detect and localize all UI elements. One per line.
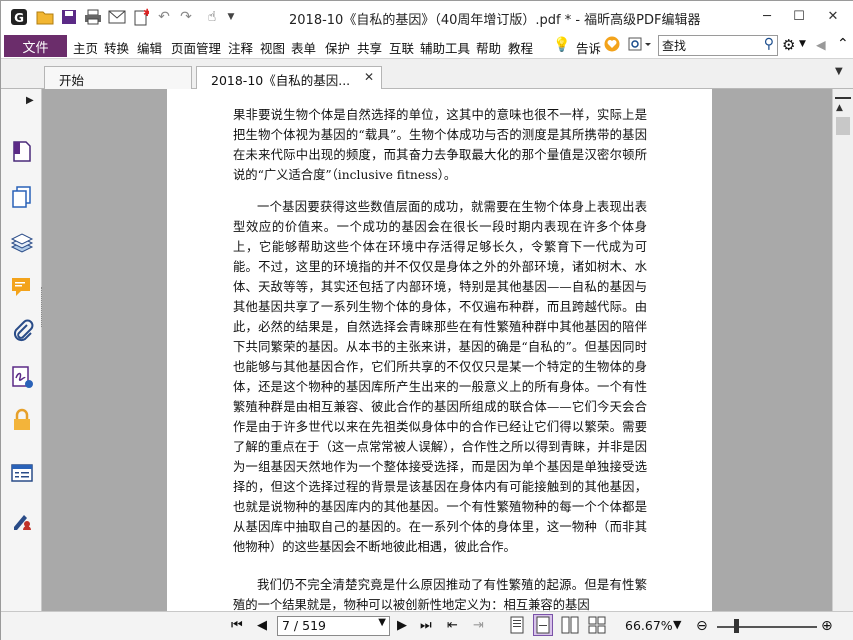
security-lock-icon[interactable] bbox=[10, 408, 34, 432]
menu-help[interactable]: 帮助 bbox=[476, 38, 501, 57]
tell-me-label[interactable]: 告诉 bbox=[576, 38, 601, 57]
pdf-page[interactable]: 果非要说生物个体是自然选择的单位，这其中的意味也很不一样，实际上是把生物个体视为… bbox=[167, 89, 712, 611]
file-menu-button[interactable]: 文件 bbox=[4, 35, 67, 57]
pdf-editor-window: G ✱ ↶ ↷ ☝ ▼ 2018-10《自私的基因》（40周年增订版）.pdf … bbox=[0, 0, 853, 640]
collapse-ribbon-icon[interactable]: ⌃ bbox=[837, 36, 849, 52]
scroll-up-arrow-icon[interactable]: ▲ bbox=[836, 103, 843, 113]
menu-edit[interactable]: 编辑 bbox=[137, 38, 162, 57]
zoom-in-icon[interactable]: ⊕ bbox=[821, 618, 833, 634]
document-viewport[interactable]: 果非要说生物个体是自然选择的单位，这其中的意味也很不一样，实际上是把生物个体视为… bbox=[42, 89, 832, 611]
maximize-button[interactable]: ☐ bbox=[787, 6, 811, 26]
search-icon[interactable]: ⚲ bbox=[764, 36, 774, 52]
previous-page-icon[interactable]: ◀ bbox=[257, 618, 267, 633]
tab-start[interactable]: 开始 bbox=[44, 66, 192, 89]
vertical-scrollbar[interactable]: ▲ bbox=[832, 89, 853, 611]
zoom-dropdown-icon[interactable]: ▼ bbox=[673, 618, 681, 631]
next-page-icon[interactable]: ▶ bbox=[397, 618, 407, 633]
heart-icon[interactable] bbox=[604, 36, 620, 55]
menu-connect[interactable]: 互联 bbox=[389, 38, 414, 57]
close-button[interactable]: ✕ bbox=[821, 6, 845, 26]
previous-view-icon[interactable]: ⇤ bbox=[447, 618, 458, 633]
open-folder-icon[interactable] bbox=[35, 7, 55, 27]
attachments-icon[interactable] bbox=[10, 319, 34, 343]
menu-form[interactable]: 表单 bbox=[291, 38, 316, 57]
print-icon[interactable] bbox=[83, 7, 103, 27]
document-paragraph: 果非要说生物个体是自然选择的单位，这其中的意味也很不一样，实际上是把生物个体视为… bbox=[233, 108, 647, 182]
scroll-left-icon[interactable]: ◀ bbox=[816, 37, 826, 52]
facing-view-icon[interactable] bbox=[561, 616, 579, 638]
first-page-icon[interactable]: ⏮ bbox=[231, 618, 243, 633]
menu-view[interactable]: 视图 bbox=[260, 38, 285, 57]
redo-icon[interactable]: ↷ bbox=[177, 7, 195, 27]
scroll-split-handle[interactable] bbox=[835, 89, 851, 99]
zoom-slider-track[interactable] bbox=[717, 626, 817, 628]
tab-list-dropdown-icon[interactable]: ▼ bbox=[835, 66, 843, 77]
expand-panel-icon[interactable]: ▶ bbox=[26, 95, 34, 106]
menu-home[interactable]: 主页 bbox=[73, 38, 98, 57]
new-document-icon[interactable]: ✱ bbox=[131, 7, 151, 27]
save-icon[interactable] bbox=[59, 7, 79, 27]
email-icon[interactable] bbox=[107, 7, 127, 27]
find-options-icon[interactable] bbox=[628, 36, 652, 55]
ribbon-menu-bar: 文件 主页 转换 编辑 页面管理 注释 视图 表单 保护 共享 互联 辅助工具 … bbox=[1, 33, 853, 59]
menu-comment[interactable]: 注释 bbox=[228, 38, 253, 57]
menu-accessibility-tools[interactable]: 辅助工具 bbox=[420, 38, 470, 57]
tab-close-icon[interactable]: ✕ bbox=[364, 70, 374, 84]
signatures-icon[interactable] bbox=[10, 365, 34, 389]
app-logo-icon[interactable]: G bbox=[9, 7, 29, 27]
menu-tutorial[interactable]: 教程 bbox=[508, 38, 533, 57]
page-thumbnails-icon[interactable] bbox=[10, 185, 34, 209]
quick-access-dropdown-icon[interactable]: ▼ bbox=[225, 7, 237, 27]
minimize-button[interactable]: ─ bbox=[755, 6, 779, 26]
continuous-facing-view-icon[interactable] bbox=[588, 616, 606, 638]
bookmark-icon[interactable] bbox=[10, 139, 34, 163]
menu-share[interactable]: 共享 bbox=[357, 38, 382, 57]
page-number-field[interactable]: 7 / 519 ▼ bbox=[277, 616, 390, 636]
page-dropdown-icon[interactable]: ▼ bbox=[378, 617, 386, 628]
menu-page-management[interactable]: 页面管理 bbox=[171, 38, 221, 57]
settings-dropdown-icon[interactable]: ▼ bbox=[799, 39, 806, 49]
next-view-icon[interactable]: ⇥ bbox=[473, 618, 484, 633]
tab-current-document[interactable]: 2018-10《自私的基因... ✕ bbox=[196, 66, 382, 90]
settings-gear-icon[interactable]: ⚙ bbox=[782, 36, 795, 54]
last-page-icon[interactable]: ⏭ bbox=[420, 618, 432, 633]
menu-convert[interactable]: 转换 bbox=[104, 38, 129, 57]
continuous-view-icon[interactable] bbox=[533, 614, 553, 636]
lightbulb-icon[interactable]: 💡 bbox=[553, 37, 570, 53]
status-bar: ⏮ ◀ 7 / 519 ▼ ▶ ⏭ ⇤ ⇥ 66.67% ▼ ⊖ ⊕ bbox=[1, 611, 853, 640]
svg-text:✱: ✱ bbox=[143, 8, 149, 19]
zoom-level: 66.67% bbox=[625, 618, 673, 633]
zoom-out-icon[interactable]: ⊖ bbox=[696, 618, 708, 634]
search-input[interactable] bbox=[662, 37, 758, 54]
document-paragraph: 一个基因要获得这些数值层面的成功，就需要在生物个体身上表现出表型效应的价值来。一… bbox=[233, 200, 647, 554]
document-paragraph: 我们仍不完全清楚究竟是什么原因推动了有性繁殖的起源。但是有性繁殖的一个结果就是，… bbox=[233, 578, 647, 611]
comments-icon[interactable] bbox=[10, 275, 34, 299]
window-title: 2018-10《自私的基因》（40周年增订版）.pdf * - 福昕高级PDF编… bbox=[289, 13, 701, 28]
document-tab-strip: 开始 2018-10《自私的基因... ✕ ▼ bbox=[1, 59, 853, 90]
single-page-view-icon[interactable] bbox=[510, 616, 524, 638]
page-number-value: 7 / 519 bbox=[282, 618, 326, 633]
svg-text:G: G bbox=[14, 11, 24, 25]
layers-icon[interactable] bbox=[10, 232, 34, 256]
undo-icon[interactable]: ↶ bbox=[155, 7, 173, 27]
zoom-slider-thumb[interactable] bbox=[733, 619, 739, 633]
scroll-thumb[interactable] bbox=[836, 117, 850, 135]
navigation-panel: ▶ bbox=[1, 89, 42, 611]
menu-protect[interactable]: 保护 bbox=[325, 38, 350, 57]
title-bar: G ✱ ↶ ↷ ☝ ▼ 2018-10《自私的基因》（40周年增订版）.pdf … bbox=[1, 1, 853, 33]
search-box: ⚲ bbox=[658, 35, 778, 56]
content-panel-icon[interactable] bbox=[10, 461, 34, 485]
hand-tool-icon[interactable]: ☝ bbox=[201, 7, 223, 27]
tab-document-label: 2018-10《自私的基因... bbox=[211, 73, 351, 88]
tab-start-label: 开始 bbox=[59, 73, 85, 88]
user-edit-icon[interactable] bbox=[10, 507, 34, 531]
